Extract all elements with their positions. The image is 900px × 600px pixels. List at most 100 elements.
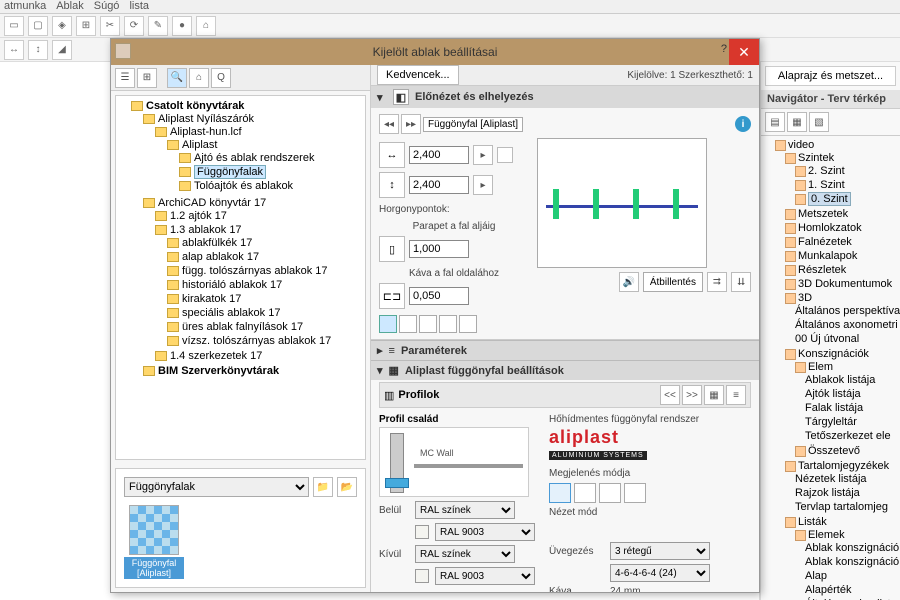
- view-list-icon[interactable]: ☰: [115, 68, 135, 88]
- section-parameters-header[interactable]: ▸≡ Paraméterek: [371, 340, 759, 360]
- navigator-tree[interactable]: video Szintek 2. Szint 1. Szint 0. Szint…: [761, 136, 900, 600]
- library-tree[interactable]: Csatolt könyvtárak Aliplast Nyílászárók …: [115, 95, 366, 460]
- object-path: Függönyfal [Aliplast]: [423, 117, 523, 132]
- kava-input[interactable]: [409, 287, 469, 305]
- display-mode-group[interactable]: [549, 483, 751, 503]
- preview-icon: ◧: [393, 89, 409, 105]
- folder-up-icon[interactable]: 📁: [313, 477, 333, 497]
- section-aliplast-header[interactable]: ▾▦ Aliplast függönyfal beállítások: [371, 360, 759, 380]
- navigator-header: Navigátor - Terv térkép: [761, 90, 900, 109]
- mode-icon[interactable]: [599, 483, 621, 503]
- tool-button[interactable]: ⊞: [76, 16, 96, 36]
- dialog-title: Kijelölt ablak beállításai: [373, 45, 498, 59]
- toolbar-1: ▭ ▢ ◈ ⊞ ✂ ⟳ ✎ ● ⌂: [0, 14, 900, 38]
- glazing-layers-select[interactable]: 3 rétegű: [610, 542, 710, 560]
- dialog-titlebar[interactable]: Kijelölt ablak beállításai ? ✕: [111, 39, 759, 65]
- prev-icon[interactable]: ◂◂: [379, 114, 399, 134]
- filter-icon[interactable]: Q: [211, 68, 231, 88]
- tool-button[interactable]: ⌂: [196, 16, 216, 36]
- thermal-label: Hőhídmentes függönyfal rendszer: [549, 414, 751, 425]
- link-icon[interactable]: [497, 147, 513, 163]
- anchor-grid[interactable]: [379, 315, 529, 333]
- list-icon[interactable]: ≡: [726, 385, 746, 405]
- tool-button[interactable]: ▭: [4, 16, 24, 36]
- flip-button[interactable]: Átbillentés: [643, 272, 703, 292]
- folder-icon[interactable]: 📂: [337, 477, 357, 497]
- window-settings-dialog: Kijelölt ablak beállításai ? ✕ ☰ ⊞ 🔍 ⌂ Q…: [110, 38, 760, 593]
- tool-button[interactable]: ↔: [4, 40, 24, 60]
- arrow-icon[interactable]: ▸: [473, 175, 493, 195]
- params-icon: ≡: [389, 345, 395, 357]
- tool-button[interactable]: ↕: [28, 40, 48, 60]
- favorites-button[interactable]: Kedvencek...: [377, 65, 459, 85]
- menu-item[interactable]: Súgó: [94, 0, 120, 13]
- curtain-wall-icon: [129, 505, 179, 555]
- section-preview-header[interactable]: ▾ ◧ Előnézet és elhelyezés: [371, 86, 759, 108]
- mode-icon[interactable]: [574, 483, 596, 503]
- menu-item[interactable]: lista: [129, 0, 149, 13]
- kava-value: 24 mm: [610, 586, 641, 592]
- glazing-code-select[interactable]: 4-6-4-6-4 (24): [610, 564, 710, 582]
- settings-icon: ▦: [389, 364, 399, 377]
- glazing-label: Üvegezés: [549, 546, 604, 557]
- selection-status: Kijelölve: 1 Szerkeszthető: 1: [627, 70, 753, 81]
- tab-floorplan-section[interactable]: Alaprajz és metszet...: [765, 66, 896, 86]
- brand-logo: aliplast: [549, 427, 619, 447]
- inside-color-select[interactable]: RAL 9003: [435, 523, 535, 541]
- kava-icon: ⊏⊐: [379, 283, 405, 309]
- profile-icon: ▥: [384, 389, 394, 402]
- home-icon[interactable]: ⌂: [189, 68, 209, 88]
- preview-viewport[interactable]: [537, 138, 707, 268]
- prev-page-icon[interactable]: <<: [660, 385, 680, 405]
- nav-mode-icon[interactable]: ▤: [765, 112, 785, 132]
- mode-icon[interactable]: [549, 483, 571, 503]
- tool-button[interactable]: ●: [172, 16, 192, 36]
- library-preview: Függönyfalak 📁 📂 Függönyfal [Aliplast]: [115, 468, 366, 588]
- menu-bar: atmunka Ablak Súgó lista: [0, 0, 900, 14]
- parapet-icon: ▯: [379, 236, 405, 262]
- height-icon: ↕: [379, 172, 405, 198]
- tool-button[interactable]: ✂: [100, 16, 120, 36]
- profile-drawing: MC Wall: [379, 427, 529, 497]
- mode-icon[interactable]: [624, 483, 646, 503]
- menu-item[interactable]: Ablak: [56, 0, 84, 13]
- height-input[interactable]: [409, 176, 469, 194]
- outside-color-type-select[interactable]: RAL színek: [415, 545, 515, 563]
- mirror-icon[interactable]: ⮆: [707, 272, 727, 292]
- anchor-label: Horgonypontok:: [379, 204, 529, 215]
- tool-button[interactable]: ✎: [148, 16, 168, 36]
- help-icon[interactable]: ?: [721, 43, 727, 55]
- info-icon[interactable]: i: [735, 116, 751, 132]
- library-item-thumb[interactable]: Függönyfal [Aliplast]: [124, 505, 184, 579]
- profile-family-label: Profil család: [379, 414, 539, 425]
- color-swatch: [415, 569, 429, 583]
- close-icon[interactable]: ✕: [729, 39, 759, 65]
- tool-button[interactable]: ▢: [28, 16, 48, 36]
- next-icon[interactable]: ▸▸: [401, 114, 421, 134]
- kava-label: Káva: [549, 586, 604, 592]
- tool-button[interactable]: ◢: [52, 40, 72, 60]
- nav-mode-icon[interactable]: ▧: [809, 112, 829, 132]
- grid-icon[interactable]: ▦: [704, 385, 724, 405]
- tool-button[interactable]: ⟳: [124, 16, 144, 36]
- outside-label: Kívül: [379, 549, 409, 560]
- menu-item[interactable]: atmunka: [4, 0, 46, 13]
- library-toolbar: ☰ ⊞ 🔍 ⌂ Q: [111, 65, 370, 91]
- app-icon: [115, 43, 131, 59]
- tool-button[interactable]: ◈: [52, 16, 72, 36]
- nav-mode-icon[interactable]: ▦: [787, 112, 807, 132]
- parapet-input[interactable]: [409, 240, 469, 258]
- sound-icon[interactable]: 🔊: [619, 272, 639, 292]
- width-icon: ↔: [379, 142, 405, 168]
- view-mode-label: Nézet mód: [549, 507, 751, 518]
- inside-color-type-select[interactable]: RAL színek: [415, 501, 515, 519]
- library-folder-select[interactable]: Függönyfalak: [124, 477, 309, 497]
- width-input[interactable]: [409, 146, 469, 164]
- arrow-icon[interactable]: ▸: [473, 145, 493, 165]
- inside-label: Belül: [379, 505, 409, 516]
- search-icon[interactable]: 🔍: [167, 68, 187, 88]
- view-tree-icon[interactable]: ⊞: [137, 68, 157, 88]
- outside-color-select[interactable]: RAL 9003: [435, 567, 535, 585]
- mirror-v-icon[interactable]: ⮇: [731, 272, 751, 292]
- next-page-icon[interactable]: >>: [682, 385, 702, 405]
